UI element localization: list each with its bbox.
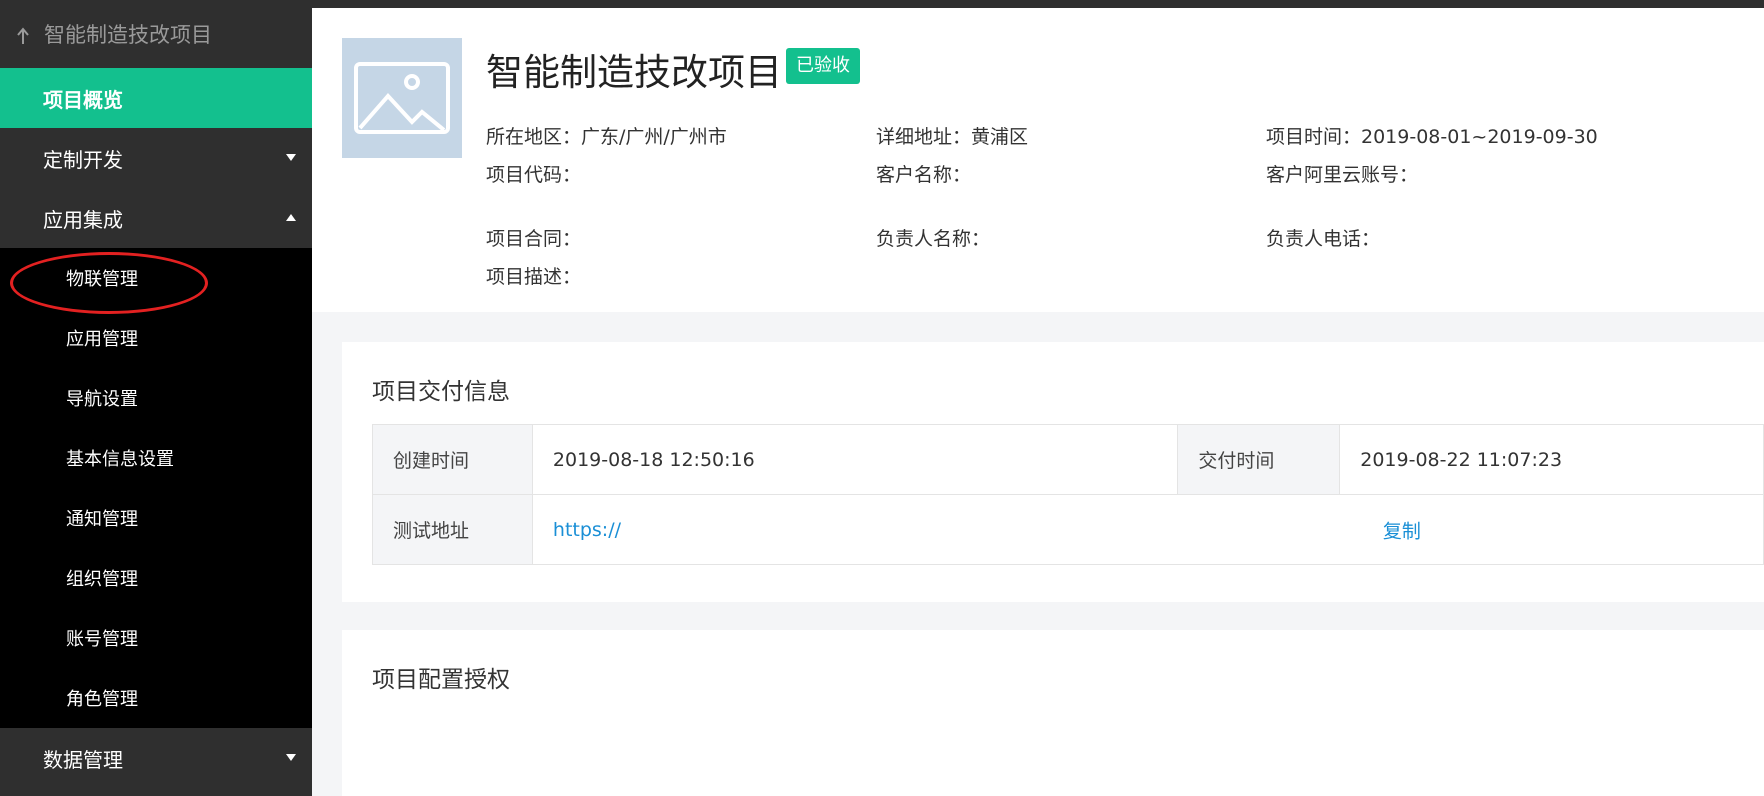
sidebar-subitem-label: 账号管理 [66, 629, 138, 650]
main-content: 智能制造技改项目 已验收 所在地区：广东/广州/广州市 详细地址：黄浦区 项目时… [312, 8, 1764, 796]
delivered-label: 交付时间 [1177, 424, 1341, 495]
sidebar-subitem-nav[interactable]: 导航设置 [0, 368, 312, 428]
info-region: 所在地区：广东/广州/广州市 [486, 126, 727, 148]
delivery-title: 项目交付信息 [372, 379, 510, 405]
sidebar-subitem-iot[interactable]: 物联管理 [0, 248, 312, 314]
chevron-down-icon [286, 154, 296, 161]
copy-button[interactable]: 复制 [1383, 516, 1421, 543]
sidebar-subitem-label: 组织管理 [66, 569, 138, 590]
sidebar-subitem-label: 应用管理 [66, 329, 138, 350]
sidebar-subitem-label: 物联管理 [66, 269, 138, 290]
sidebar: 智能制造技改项目 项目概览 定制开发 应用集成 物联管理 应用管理 导航设置 基… [0, 0, 312, 796]
project-header-card: 智能制造技改项目 已验收 所在地区：广东/广州/广州市 详细地址：黄浦区 项目时… [312, 8, 1764, 312]
info-phone: 负责人电话： [1266, 228, 1381, 250]
sidebar-subitem-apps[interactable]: 应用管理 [0, 308, 312, 368]
sidebar-subitem-label: 导航设置 [66, 389, 138, 410]
sidebar-back-link[interactable]: 智能制造技改项目 [0, 0, 312, 68]
config-card: 项目配置授权 [342, 630, 1764, 796]
info-time: 项目时间：2019-08-01~2019-09-30 [1266, 126, 1598, 148]
chevron-up-icon [286, 214, 296, 221]
table-row: 创建时间 2019-08-18 12:50:16 交付时间 2019-08-22… [372, 424, 1764, 495]
info-aliyun: 客户阿里云账号： [1266, 164, 1419, 186]
sidebar-item-data[interactable]: 数据管理 [0, 728, 312, 788]
delivered-value: 2019-08-22 11:07:23 [1339, 424, 1764, 495]
test-url-label: 测试地址 [372, 494, 533, 565]
info-owner: 负责人名称： [876, 228, 991, 250]
sidebar-back-label: 智能制造技改项目 [44, 23, 212, 47]
sidebar-item-label: 项目概览 [43, 87, 123, 112]
image-placeholder-icon [354, 62, 450, 134]
table-row: 测试地址 https:// 复制 [372, 494, 1764, 565]
sidebar-subitem-label: 通知管理 [66, 509, 138, 530]
info-address: 详细地址：黄浦区 [876, 126, 1029, 148]
sidebar-item-label: 数据管理 [43, 747, 123, 772]
delivery-card: 项目交付信息 创建时间 2019-08-18 12:50:16 交付时间 201… [342, 342, 1764, 602]
config-title: 项目配置授权 [372, 667, 510, 693]
back-arrow-icon [14, 22, 36, 46]
sidebar-item-overview[interactable]: 项目概览 [0, 68, 312, 128]
test-url-link[interactable]: https:// [553, 519, 621, 541]
sidebar-subitem-label: 角色管理 [66, 689, 138, 710]
info-customer: 客户名称： [876, 164, 972, 186]
delivery-table: 创建时间 2019-08-18 12:50:16 交付时间 2019-08-22… [372, 424, 1764, 565]
sidebar-subitem-org[interactable]: 组织管理 [0, 548, 312, 608]
info-code: 项目代码： [486, 164, 582, 186]
created-value: 2019-08-18 12:50:16 [532, 424, 1179, 495]
chevron-down-icon [286, 754, 296, 761]
info-desc: 项目描述： [486, 266, 582, 288]
sidebar-item-label: 定制开发 [43, 147, 123, 172]
page-title: 智能制造技改项目 [486, 51, 782, 94]
sidebar-subitem-notify[interactable]: 通知管理 [0, 488, 312, 548]
sidebar-subitem-role[interactable]: 角色管理 [0, 668, 312, 728]
sidebar-subitem-account[interactable]: 账号管理 [0, 608, 312, 668]
status-badge: 已验收 [786, 48, 860, 84]
project-info-grid: 所在地区：广东/广州/广州市 详细地址：黄浦区 项目时间：2019-08-01~… [486, 114, 1756, 304]
project-thumbnail [342, 38, 462, 158]
sidebar-subitem-basic-info[interactable]: 基本信息设置 [0, 428, 312, 488]
created-label: 创建时间 [372, 424, 533, 495]
sidebar-subitem-label: 基本信息设置 [66, 449, 174, 470]
sidebar-item-app-integration[interactable]: 应用集成 [0, 188, 312, 248]
info-contract: 项目合同： [486, 228, 582, 250]
test-url-cell: https:// 复制 [532, 494, 1764, 565]
app-root: 智能制造技改项目 项目概览 定制开发 应用集成 物联管理 应用管理 导航设置 基… [0, 0, 1764, 796]
sidebar-item-custom-dev[interactable]: 定制开发 [0, 128, 312, 188]
sidebar-submenu: 物联管理 应用管理 导航设置 基本信息设置 通知管理 组织管理 账号管理 角色管… [0, 248, 312, 728]
sidebar-item-label: 应用集成 [43, 207, 123, 232]
